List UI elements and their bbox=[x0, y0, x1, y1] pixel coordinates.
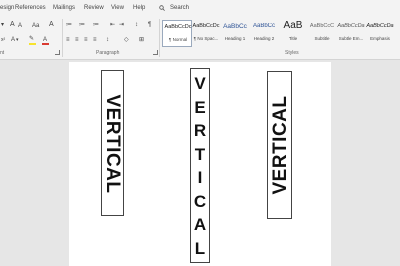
stacked-letter: A bbox=[193, 215, 207, 234]
paragraph-group-label: Paragraph bbox=[96, 50, 120, 56]
style-name: ¶ Normal bbox=[168, 37, 188, 42]
style-name: Heading 1 bbox=[224, 36, 246, 41]
increase-indent-button[interactable]: ⇥ bbox=[119, 21, 124, 29]
shrink-font-button[interactable]: A bbox=[18, 22, 22, 30]
stacked-letters: V E R T I C A L bbox=[191, 72, 209, 260]
justify-button[interactable]: ≡ bbox=[93, 36, 97, 44]
align-left-button[interactable]: ≡ bbox=[66, 36, 70, 44]
search-label: Search bbox=[170, 5, 190, 11]
style-name: Emphasis bbox=[370, 36, 390, 41]
style-preview: AaBbCc bbox=[223, 23, 247, 30]
highlight-color-bar bbox=[29, 43, 36, 45]
style-no-spacing[interactable]: AaBbCcDc ¶ No Spac... bbox=[191, 20, 221, 47]
font-dialog-launcher[interactable] bbox=[55, 50, 60, 55]
show-formatting-button[interactable]: ¶ bbox=[148, 21, 151, 29]
numbering-button[interactable]: ≔ bbox=[79, 21, 85, 29]
group-separator bbox=[159, 19, 160, 57]
font-group-label: nt bbox=[0, 50, 5, 56]
stacked-letter: I bbox=[197, 168, 203, 187]
style-heading-2[interactable]: AaBbCc Heading 2 bbox=[249, 20, 279, 47]
change-case-button[interactable]: Aa bbox=[32, 22, 39, 30]
style-name: Subtle Em... bbox=[338, 36, 364, 41]
clear-formatting-button[interactable]: A bbox=[49, 21, 54, 29]
superscript-button[interactable]: x² bbox=[1, 36, 5, 44]
style-subtitle[interactable]: AaBbCcC Subtitle bbox=[307, 20, 337, 47]
decrease-indent-button[interactable]: ⇤ bbox=[110, 21, 115, 29]
style-emphasis[interactable]: AaBbCcDa Emphasis bbox=[365, 20, 395, 47]
style-name: Subtitle bbox=[314, 36, 330, 41]
style-title[interactable]: AaB Title bbox=[278, 20, 308, 47]
style-subtle-emphasis[interactable]: AaBbCcDa Subtle Em... bbox=[336, 20, 366, 47]
stacked-letter: T bbox=[194, 144, 206, 164]
tab-help[interactable]: Help bbox=[133, 5, 145, 11]
tab-review[interactable]: Review bbox=[84, 5, 104, 11]
style-preview: AaBbCcDa bbox=[366, 23, 394, 29]
text-box-rotated-down[interactable]: VERTICAL bbox=[101, 70, 124, 216]
align-center-button[interactable]: ≡ bbox=[75, 36, 79, 44]
sort-button[interactable]: ↕ bbox=[135, 21, 138, 29]
text-box-rotated-up[interactable]: VERTICAL bbox=[267, 71, 292, 219]
stacked-letter: R bbox=[193, 121, 207, 140]
style-preview: AaB bbox=[283, 20, 303, 31]
styles-group-label: Styles bbox=[285, 50, 299, 56]
align-right-button[interactable]: ≡ bbox=[84, 36, 88, 44]
style-preview: AaBbCcC bbox=[309, 23, 335, 29]
style-heading-1[interactable]: AaBbCc Heading 1 bbox=[220, 20, 250, 47]
stacked-letter: V bbox=[194, 74, 206, 93]
style-preview: AaBbCcDc bbox=[164, 24, 192, 30]
style-preview: AaBbCcDc bbox=[192, 23, 220, 29]
style-preview: AaBbCc bbox=[252, 23, 275, 29]
tab-design[interactable]: esign bbox=[0, 5, 14, 11]
stacked-letter: L bbox=[194, 238, 206, 258]
text-effects-dropdown[interactable]: ▾ bbox=[16, 36, 19, 44]
menu-bar: esign References Mailings Review View He… bbox=[0, 0, 400, 17]
style-normal[interactable]: AaBbCcDc ¶ Normal bbox=[162, 20, 192, 47]
ribbon: ▾ A A Aa A x² A ▾ ✎ A nt ≔ ≔ ≔ ⇤ ⇥ ↕ ¶ ≡… bbox=[0, 17, 400, 60]
multilevel-list-button[interactable]: ≔ bbox=[93, 21, 99, 29]
bullets-button[interactable]: ≔ bbox=[66, 21, 72, 29]
search-icon bbox=[159, 5, 165, 11]
grow-font-button[interactable]: A bbox=[10, 21, 15, 29]
tab-references[interactable]: References bbox=[15, 5, 46, 11]
style-name: Title bbox=[288, 36, 298, 41]
style-name: ¶ No Spac... bbox=[193, 36, 219, 41]
stacked-letter: C bbox=[193, 191, 207, 211]
highlight-icon[interactable]: ✎ bbox=[29, 35, 34, 43]
styles-gallery: AaBbCcDc ¶ Normal AaBbCcDc ¶ No Spac... … bbox=[162, 20, 394, 47]
style-preview: AaBbCcDa bbox=[337, 23, 365, 29]
stacked-letter: E bbox=[194, 97, 206, 117]
borders-button[interactable]: ⊞ bbox=[139, 36, 144, 44]
vertical-text-rotated-270: VERTICAL bbox=[270, 95, 291, 195]
tab-mailings[interactable]: Mailings bbox=[53, 5, 75, 11]
tab-view[interactable]: View bbox=[111, 5, 124, 11]
font-size-dropdown[interactable]: ▾ bbox=[1, 21, 4, 29]
group-separator bbox=[62, 19, 63, 57]
shading-button[interactable]: ◇ bbox=[124, 36, 129, 44]
paragraph-dialog-launcher[interactable] bbox=[153, 50, 158, 55]
line-spacing-button[interactable]: ↕ bbox=[106, 36, 109, 44]
text-box-stacked[interactable]: V E R T I C A L bbox=[190, 68, 210, 263]
style-name: Heading 2 bbox=[253, 36, 275, 41]
vertical-text-rotated-90: VERTICAL bbox=[102, 94, 123, 194]
text-effects-button[interactable]: A bbox=[11, 36, 15, 44]
font-color-bar bbox=[42, 43, 49, 45]
